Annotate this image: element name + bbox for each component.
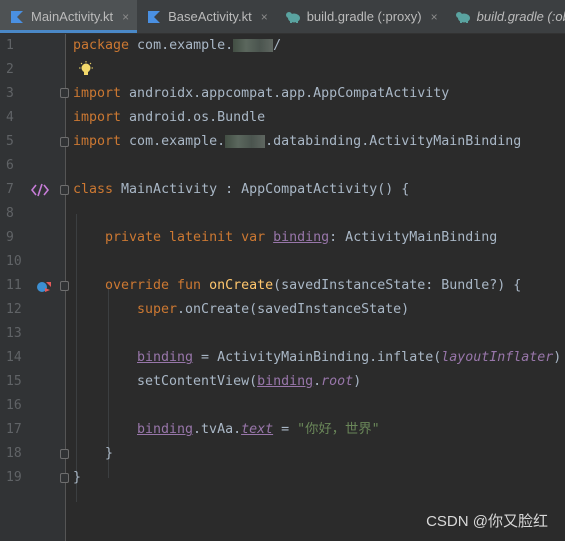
fold-marker-icon[interactable] [60,137,69,147]
code-text: setContentView(binding.root) [137,374,362,389]
line-number: 16 [6,398,22,413]
gradle-elephant-icon [455,9,471,25]
tab-main-activity[interactable]: MainActivity.kt × [0,0,138,33]
code-line-19: 19 } [0,466,565,490]
code-line-10: 10 [0,250,565,274]
line-number: 8 [6,206,14,221]
kotlin-file-icon [9,9,25,25]
line-number: 4 [6,110,14,125]
fold-marker-icon[interactable] [60,281,69,291]
watermark: CSDN @你又脸红 [426,513,548,530]
fold-marker-icon[interactable] [60,88,69,98]
editor-tab-bar: MainActivity.kt × BaseActivity.kt × buil… [0,0,565,34]
line-number: 14 [6,350,22,365]
code-line-14: 14 binding = ActivityMainBinding.inflate… [0,346,565,370]
tab-base-activity[interactable]: BaseActivity.kt × [137,0,276,33]
override-marker-icon[interactable] [36,279,52,298]
line-number: 10 [6,254,22,269]
code-text: import android.os.Bundle [73,110,266,125]
code-line-3: 3 import androidx.appcompat.app.AppCompa… [0,82,565,106]
code-line-6: 6 [0,154,565,178]
code-line-4: 4 import android.os.Bundle [0,106,565,130]
line-number: 6 [6,158,14,173]
redacted-text [233,38,274,52]
code-text: binding.tvAa.text = "你好，世界" [137,422,380,437]
fold-marker-icon[interactable] [60,449,69,459]
line-number: 1 [6,38,14,53]
code-line-1: 1 package com.example. / [0,34,565,58]
code-text: } [105,446,114,461]
line-number: 9 [6,230,14,245]
tab-label: BaseActivity.kt [168,9,252,24]
line-number: 19 [6,470,22,485]
line-number: 2 [6,62,14,77]
line-number: 11 [6,278,22,293]
layout-xml-icon[interactable] [30,182,50,202]
tab-build-gradle-proxy[interactable]: build.gradle (:proxy) × [276,0,446,33]
code-text: super.onCreate(savedInstanceState) [137,302,410,317]
close-icon[interactable]: × [261,10,268,24]
tab-build-gradle-obs[interactable]: build.gradle (:obs [446,0,565,33]
close-icon[interactable]: × [431,10,438,24]
line-number: 17 [6,422,22,437]
code-line-15: 15 setContentView(binding.root) [0,370,565,394]
code-line-9: 9 private lateinit var binding: Activity… [0,226,565,250]
code-line-16: 16 [0,394,565,418]
code-line-2: 2 [0,58,565,82]
code-text: } [73,470,82,485]
fold-marker-icon[interactable] [60,473,69,483]
line-number: 13 [6,326,22,341]
lightbulb-icon[interactable] [78,61,94,82]
code-text: override fun onCreate(savedInstanceState… [105,278,522,293]
kotlin-file-icon [146,9,162,25]
close-icon[interactable]: × [122,10,129,24]
fold-marker-icon[interactable] [60,185,69,195]
code-line-11: 11 override fun onCreate(savedInstanceSt… [0,274,565,298]
code-text: class MainActivity : AppCompatActivity()… [73,182,410,197]
tab-label: build.gradle (:proxy) [306,9,422,24]
code-text: import androidx.appcompat.app.AppCompatA… [73,86,450,101]
code-line-7: 7 class MainActivity : AppCompatActivity… [0,178,565,202]
line-number: 3 [6,86,14,101]
code-editor[interactable]: 1 package com.example./ 2 3 import andro… [0,34,565,541]
line-number: 12 [6,302,22,317]
code-line-8: 8 [0,202,565,226]
redacted-text [225,134,266,148]
code-line-12: 12 super.onCreate(savedInstanceState) [0,298,565,322]
line-number: 7 [6,182,14,197]
code-text: private lateinit var binding: ActivityMa… [105,230,498,245]
line-number: 5 [6,134,14,149]
code-text: binding = ActivityMainBinding.inflate(la… [137,350,562,365]
code-line-17: 17 binding.tvAa.text = "你好，世界" [0,418,565,442]
tab-label: MainActivity.kt [31,9,114,24]
gradle-elephant-icon [285,9,301,25]
code-line-5: 5 import com.example. .databinding.Activi… [0,130,565,154]
line-number: 18 [6,446,22,461]
code-line-13: 13 [0,322,565,346]
code-line-18: 18 } [0,442,565,466]
line-number: 15 [6,374,22,389]
code-text: import com.example. .databinding.Activity… [73,134,522,149]
tab-label: build.gradle (:obs [476,9,565,24]
code-text: package com.example. / [73,38,282,53]
